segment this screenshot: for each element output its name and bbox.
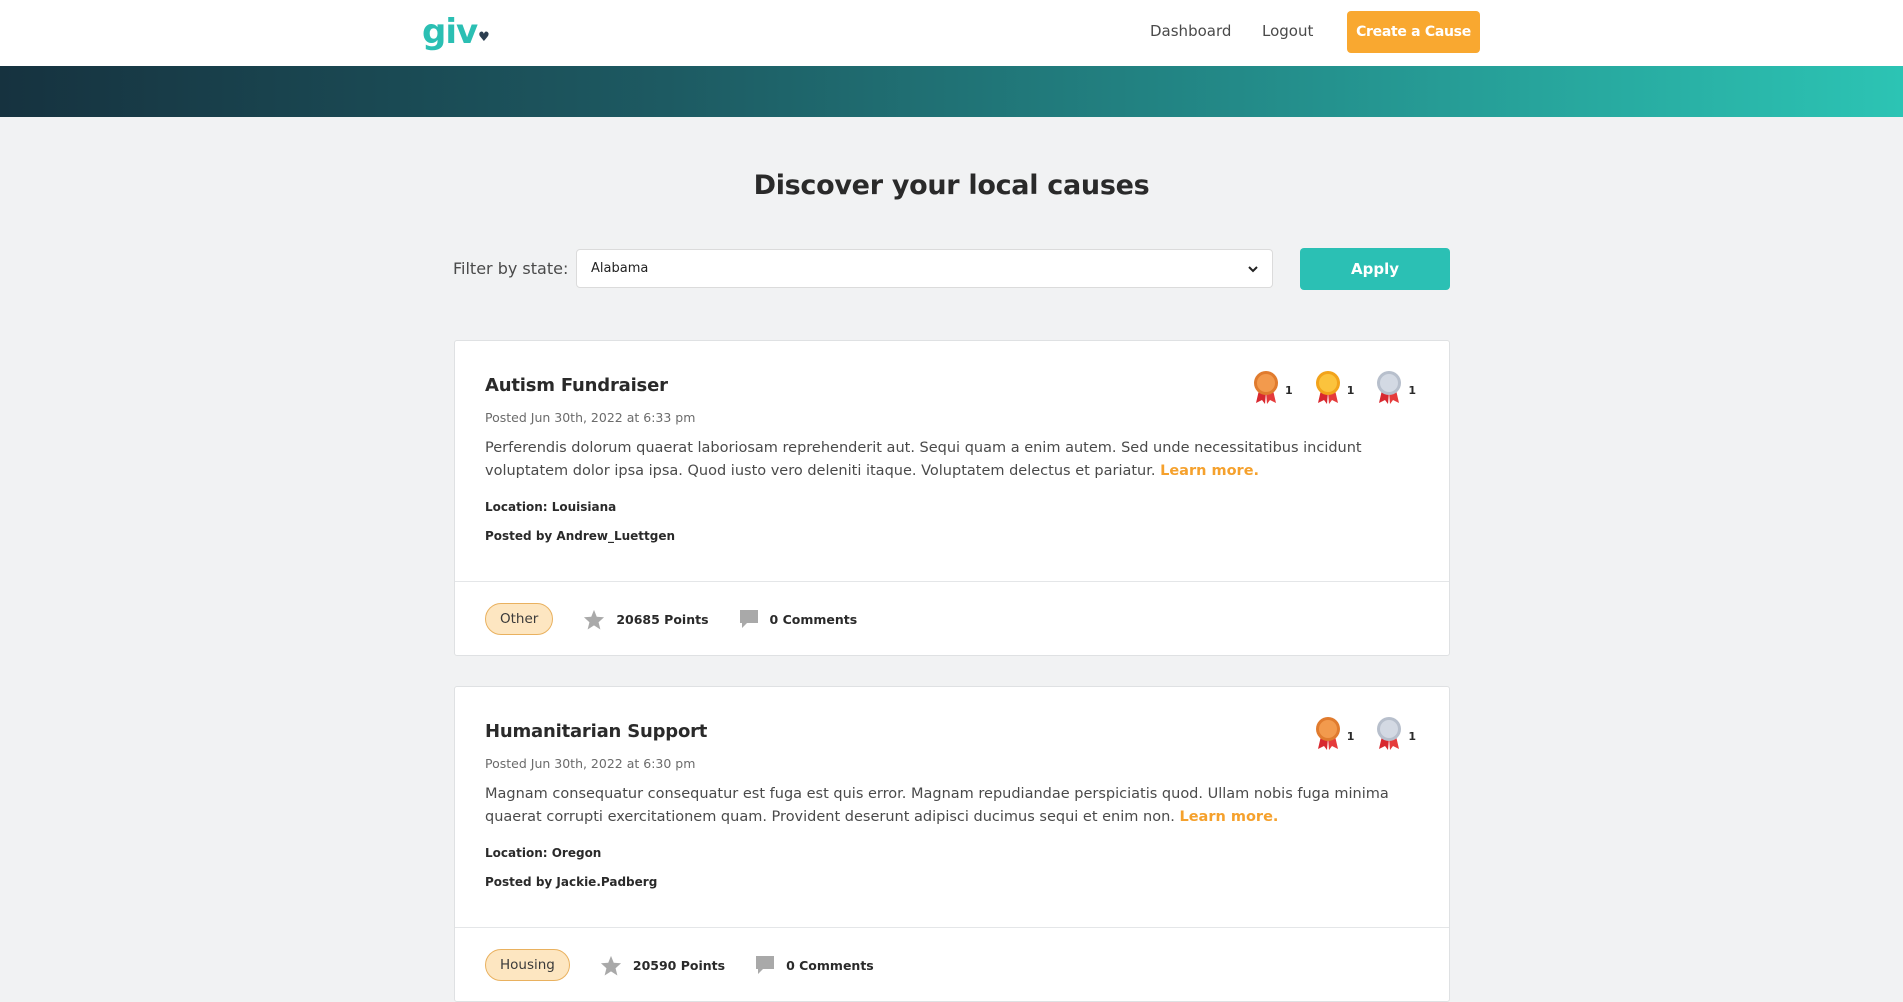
cause-location: Location: Oregon: [485, 846, 602, 860]
cause-author: Posted by Jackie.Padberg: [485, 875, 658, 889]
medal-gold: 1: [1315, 370, 1355, 404]
cause-author: Posted by Andrew_Luettgen: [485, 529, 676, 543]
nav-logout-link[interactable]: Logout: [1262, 22, 1313, 40]
silver-medal-icon: [1377, 371, 1402, 404]
cause-card-footer: Other 20685 Points 0 Comments: [455, 581, 1449, 656]
bronze-medal-icon: [1254, 371, 1279, 404]
create-cause-button[interactable]: Create a Cause: [1347, 11, 1480, 53]
logo-text: giv: [422, 12, 478, 52]
comments-stat[interactable]: 0 Comments: [739, 609, 858, 629]
heart-icon: ♥: [478, 30, 490, 45]
comments-stat[interactable]: 0 Comments: [755, 955, 874, 975]
points-stat: 20590 Points: [600, 955, 725, 976]
cause-description: Perferendis dolorum quaerat laboriosam r…: [485, 437, 1420, 483]
medal-count: 1: [1408, 729, 1416, 743]
category-tag[interactable]: Housing: [485, 949, 570, 981]
comments-value: 0 Comments: [769, 611, 858, 627]
points-stat: 20685 Points: [583, 609, 709, 630]
cause-card-body: Humanitarian Support Posted Jun 30th, 20…: [455, 687, 1449, 927]
star-icon: [584, 609, 605, 630]
filter-label: Filter by state:: [453, 259, 569, 278]
medal-bronze: 1: [1253, 370, 1293, 404]
state-filter: Filter by state: Alabama Apply: [453, 248, 1450, 290]
cause-card-body: Autism Fundraiser Posted Jun 30th, 2022 …: [455, 341, 1449, 581]
comment-icon: [739, 610, 758, 628]
medal-count: 1: [1346, 383, 1355, 397]
logo[interactable]: giv ♥: [422, 12, 490, 52]
state-select[interactable]: Alabama: [576, 249, 1273, 288]
chevron-down-icon: [1248, 265, 1258, 272]
medal-count: 1: [1285, 383, 1293, 397]
cause-card: Humanitarian Support Posted Jun 30th, 20…: [454, 686, 1450, 1002]
medal-silver: 1: [1376, 716, 1416, 750]
navbar: giv ♥ Dashboard Logout Create a Cause: [0, 0, 1903, 66]
cause-title[interactable]: Humanitarian Support: [485, 721, 1419, 742]
nav-dashboard-link[interactable]: Dashboard: [1150, 22, 1231, 40]
category-tag[interactable]: Other: [485, 603, 554, 635]
state-select-value: Alabama: [591, 261, 649, 276]
medal-silver: 1: [1376, 370, 1416, 404]
cause-description: Magnam consequatur consequatur est fuga …: [485, 783, 1420, 829]
page-title: Discover your local causes: [753, 170, 1150, 201]
silver-medal-icon: [1377, 717, 1402, 750]
cause-location: Location: Louisiana: [485, 500, 617, 514]
apply-button[interactable]: Apply: [1300, 248, 1450, 290]
comments-value: 0 Comments: [786, 957, 874, 973]
learn-more-link[interactable]: Learn more.: [1179, 809, 1278, 825]
cause-posted-date: Posted Jun 30th, 2022 at 6:30 pm: [485, 756, 696, 771]
medal-count: 1: [1346, 729, 1355, 743]
points-value: 20685 Points: [616, 611, 709, 627]
bronze-medal-icon: [1315, 717, 1340, 750]
medals: 1 1 1: [1253, 370, 1416, 404]
medal-bronze: 1: [1315, 716, 1355, 750]
cause-posted-date: Posted Jun 30th, 2022 at 6:33 pm: [485, 410, 696, 425]
star-icon: [600, 955, 621, 976]
comment-icon: [756, 956, 775, 974]
cause-card-footer: Housing 20590 Points 0 Comments: [455, 927, 1449, 1002]
learn-more-link[interactable]: Learn more.: [1160, 463, 1259, 479]
points-value: 20590 Points: [632, 957, 726, 973]
cause-card: Autism Fundraiser Posted Jun 30th, 2022 …: [454, 340, 1450, 656]
medal-count: 1: [1408, 383, 1416, 397]
gold-medal-icon: [1315, 371, 1340, 404]
hero-banner: [0, 66, 1903, 117]
medals: 1 1: [1315, 716, 1416, 750]
